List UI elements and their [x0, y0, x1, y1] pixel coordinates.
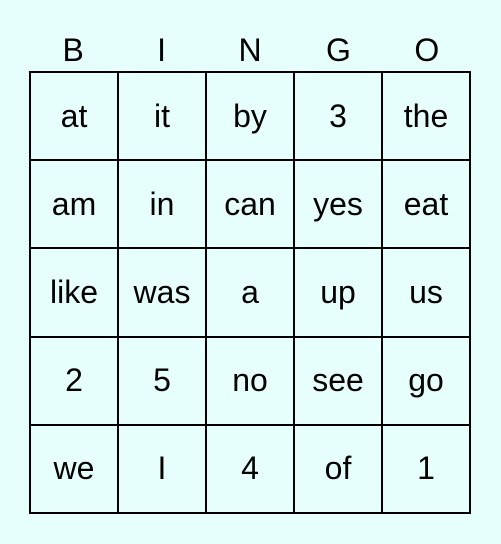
bingo-cell[interactable]: 4 — [206, 424, 294, 513]
bingo-cell[interactable]: see — [294, 336, 382, 425]
bingo-cell[interactable]: am — [30, 160, 118, 249]
bingo-cell[interactable]: us — [382, 248, 470, 337]
bingo-cell[interactable]: 3 — [294, 72, 382, 161]
bingo-header: BINGO — [29, 30, 471, 70]
bingo-cell[interactable]: 1 — [382, 424, 470, 513]
header-letter-i: I — [157, 32, 167, 68]
bingo-cell[interactable]: of — [294, 424, 382, 513]
header-letter-g: G — [325, 32, 351, 68]
bingo-cell[interactable]: I — [118, 424, 206, 513]
bingo-cell[interactable]: 5 — [118, 336, 206, 425]
bingo-cell[interactable]: the — [382, 72, 470, 161]
bingo-cell[interactable]: 2 — [30, 336, 118, 425]
bingo-cell[interactable]: yes — [294, 160, 382, 249]
bingo-cell[interactable]: it — [118, 72, 206, 161]
header-letter-o: O — [414, 32, 440, 68]
header-letter-b: B — [62, 32, 84, 68]
bingo-cell[interactable]: was — [118, 248, 206, 337]
bingo-cell[interactable]: up — [294, 248, 382, 337]
bingo-cell[interactable]: go — [382, 336, 470, 425]
bingo-cell[interactable]: in — [118, 160, 206, 249]
header-letter-n: N — [238, 32, 262, 68]
bingo-cell[interactable]: eat — [382, 160, 470, 249]
bingo-cell[interactable]: a — [206, 248, 294, 337]
bingo-cell[interactable]: we — [30, 424, 118, 513]
bingo-cell[interactable]: like — [30, 248, 118, 337]
bingo-cell[interactable]: can — [206, 160, 294, 249]
bingo-grid: at it by 3 the am in can yes eat like was a up us 2 5 no s… — [29, 71, 471, 514]
bingo-cell[interactable]: at — [30, 72, 118, 161]
bingo-cell[interactable]: no — [206, 336, 294, 425]
bingo-cell[interactable]: by — [206, 72, 294, 161]
